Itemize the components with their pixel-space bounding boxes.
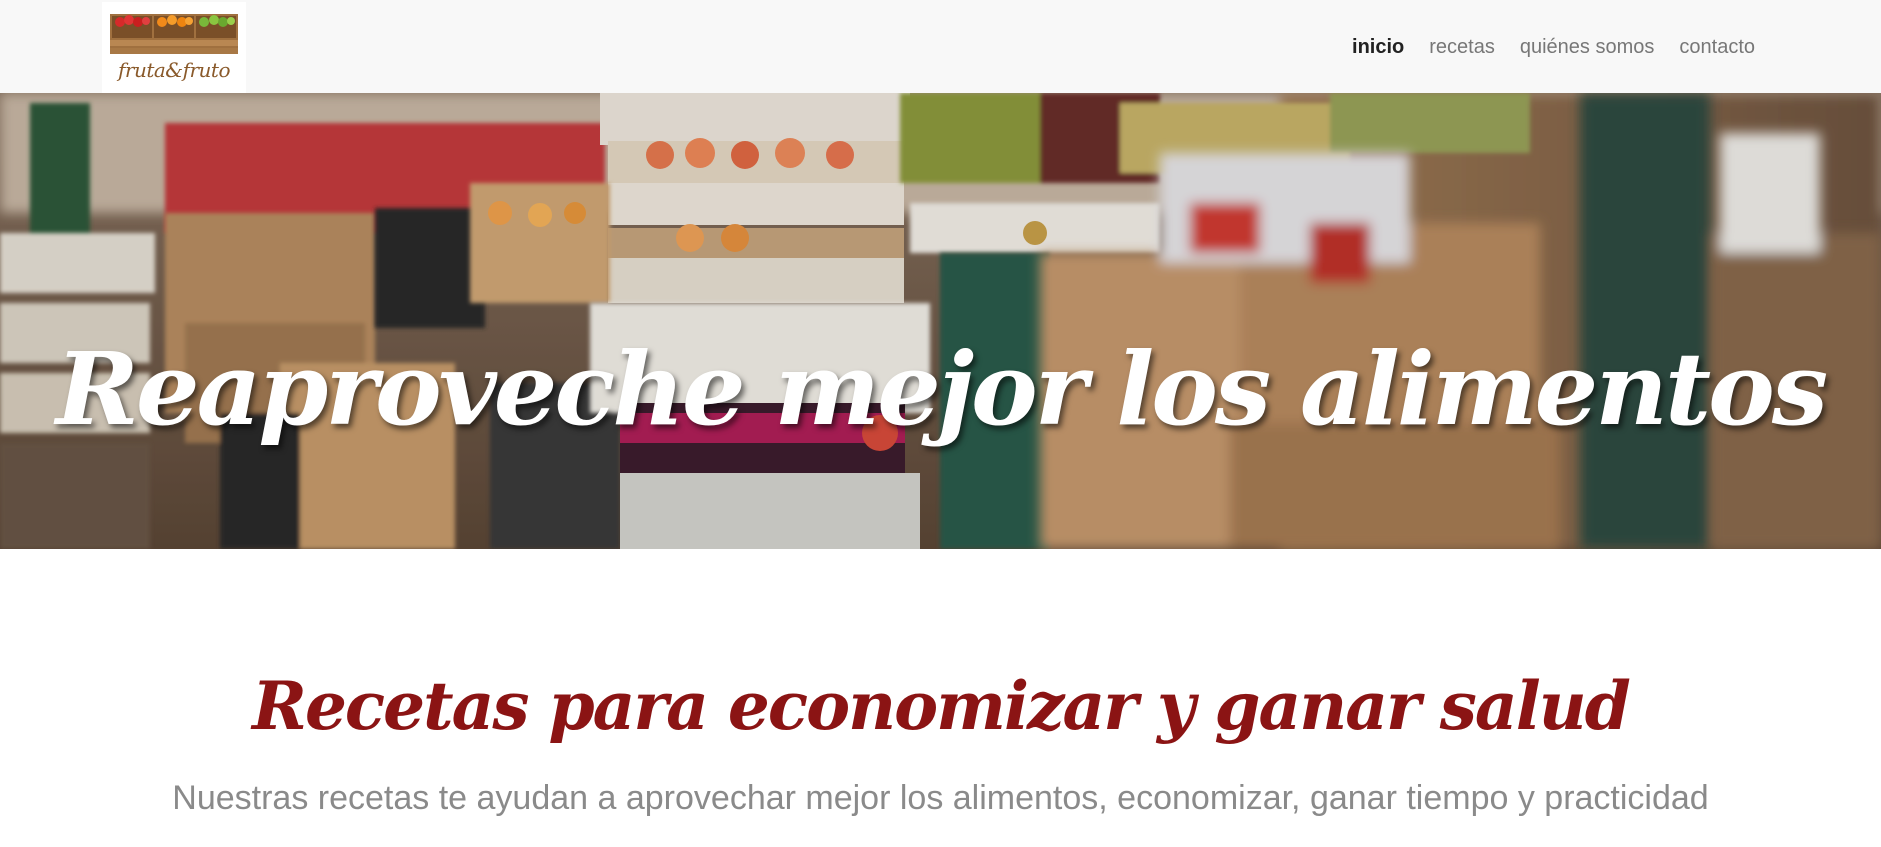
- fruit-crates-logo-icon: [110, 14, 238, 54]
- hero-banner: Reaproveche mejor los alimentos: [0, 93, 1881, 549]
- nav-item-recetas[interactable]: recetas: [1429, 36, 1495, 59]
- logo-text: fruta&fruto: [117, 58, 231, 82]
- section-title: Recetas para economizar y ganar salud: [252, 666, 1631, 745]
- logo-link[interactable]: fruta&fruto: [102, 2, 246, 93]
- nav-item-inicio[interactable]: inicio: [1352, 36, 1404, 59]
- nav-item-quienes-somos[interactable]: quiénes somos: [1520, 36, 1655, 59]
- main-nav: inicio recetas quiénes somos contacto: [1352, 36, 1755, 59]
- hero-title: Reaproveche mejor los alimentos: [55, 330, 1828, 448]
- section-subtitle: Nuestras recetas te ayudan a aprovechar …: [172, 779, 1709, 817]
- navbar: fruta&fruto inicio recetas quiénes somos…: [0, 0, 1881, 93]
- market-produce-photo: [0, 93, 1881, 549]
- nav-item-contacto[interactable]: contacto: [1679, 36, 1755, 59]
- page: fruta&fruto inicio recetas quiénes somos…: [0, 0, 1881, 847]
